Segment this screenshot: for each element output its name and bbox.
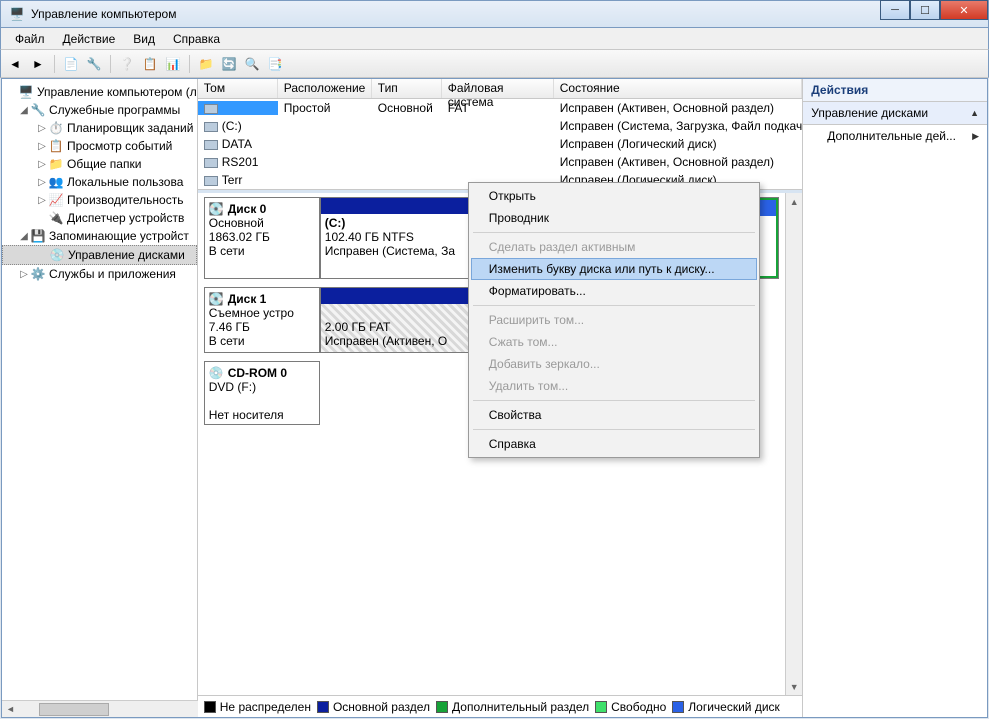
menu-action[interactable]: Действие [55, 30, 124, 48]
col-fs[interactable]: Файловая система [442, 79, 554, 98]
volume-row[interactable]: Простой Основной FAT Исправен (Активен, … [198, 99, 802, 117]
legend-logical: Логический диск [688, 700, 780, 714]
volume-table: Том Расположение Тип Файловая система Со… [198, 79, 802, 190]
tree-services[interactable]: ▷⚙️Службы и приложения [2, 265, 197, 283]
cdrom-header[interactable]: 💿CD-ROM 0 DVD (F:) Нет носителя [204, 361, 320, 425]
legend-unalloc: Не распределен [220, 700, 311, 714]
menu-file[interactable]: Файл [7, 30, 53, 48]
ctx-change-letter[interactable]: Изменить букву диска или путь к диску... [471, 258, 757, 280]
col-vol[interactable]: Том [198, 79, 278, 98]
volume-header: Том Расположение Тип Файловая система Со… [198, 79, 802, 99]
ctx-help[interactable]: Справка [471, 433, 757, 455]
col-status[interactable]: Состояние [554, 79, 802, 98]
tree-root[interactable]: 🖥️Управление компьютером (л [2, 83, 197, 101]
titlebar: 🖥️ Управление компьютером ─ ☐ ✕ [0, 0, 989, 28]
tree-hscroll[interactable]: ◄ [2, 700, 198, 717]
context-menu: Открыть Проводник Сделать раздел активны… [468, 182, 760, 458]
toolbar-btn-3[interactable]: 📋 [140, 54, 160, 74]
ctx-format[interactable]: Форматировать... [471, 280, 757, 302]
toolbar-btn-6[interactable]: 🔍 [242, 54, 262, 74]
center-vscroll[interactable]: ▲▼ [785, 193, 802, 695]
tree-tools[interactable]: ◢🔧Служебные программы [2, 101, 197, 119]
menu-help[interactable]: Справка [165, 30, 228, 48]
menu-view[interactable]: Вид [125, 30, 163, 48]
ctx-shrink: Сжать том... [471, 331, 757, 353]
actions-title: Действия [803, 79, 987, 102]
minimize-button[interactable]: ─ [880, 0, 910, 20]
tree-scheduler[interactable]: ▷⏱️Планировщик заданий [2, 119, 197, 137]
tree-shared[interactable]: ▷📁Общие папки [2, 155, 197, 173]
ctx-sep [473, 232, 755, 233]
ctx-props[interactable]: Свойства [471, 404, 757, 426]
col-layout[interactable]: Расположение [278, 79, 372, 98]
tree-diskmgmt[interactable]: 💿Управление дисками [2, 245, 197, 265]
ctx-explorer[interactable]: Проводник [471, 207, 757, 229]
partition-disk1-0[interactable]: 2.00 ГБ FATИсправен (Активен, О [320, 288, 470, 352]
toolbar-sep [110, 55, 111, 73]
help-icon[interactable]: ❔ [117, 54, 137, 74]
ctx-mirror: Добавить зеркало... [471, 353, 757, 375]
tree-users[interactable]: ▷👥Локальные пользова [2, 173, 197, 191]
legend: Не распределен Основной раздел Дополните… [198, 695, 802, 717]
actions-pane: Действия Управление дисками▲ Дополнитель… [803, 79, 987, 717]
toolbar-btn-2[interactable]: 🔧 [84, 54, 104, 74]
tree-devmgr[interactable]: 🔌Диспетчер устройств [2, 209, 197, 227]
toolbar-sep [54, 55, 55, 73]
ctx-sep [473, 400, 755, 401]
chevron-right-icon: ▶ [972, 131, 979, 142]
toolbar-sep [189, 55, 190, 73]
window-buttons: ─ ☐ ✕ [880, 0, 988, 20]
ctx-open[interactable]: Открыть [471, 185, 757, 207]
close-button[interactable]: ✕ [940, 0, 988, 20]
legend-ext: Дополнительный раздел [452, 700, 589, 714]
toolbar-btn-7[interactable]: 📑 [265, 54, 285, 74]
ctx-delete: Удалить том... [471, 375, 757, 397]
toolbar-btn-4[interactable]: 📊 [163, 54, 183, 74]
disk-0-header[interactable]: 💽Диск 0 Основной 1863.02 ГБ В сети [204, 197, 320, 279]
window-title: Управление компьютером [31, 7, 176, 21]
volume-row[interactable]: (C:) Исправен (Система, Загрузка, Файл п… [198, 117, 802, 135]
toolbar: ◄ ► 📄 🔧 ❔ 📋 📊 📁 🔄 🔍 📑 [0, 50, 989, 78]
workarea: 🖥️Управление компьютером (л ◢🔧Служебные … [1, 78, 988, 718]
volume-row[interactable]: RS201 Исправен (Активен, Основной раздел… [198, 153, 802, 171]
tree-perf[interactable]: ▷📈Производительность [2, 191, 197, 209]
col-type[interactable]: Тип [372, 79, 442, 98]
maximize-button[interactable]: ☐ [910, 0, 940, 20]
tree-storage[interactable]: ◢💾Запоминающие устройст [2, 227, 197, 245]
legend-primary: Основной раздел [333, 700, 430, 714]
toolbar-btn-5[interactable]: 📁 [196, 54, 216, 74]
forward-button[interactable]: ► [28, 54, 48, 74]
ctx-active: Сделать раздел активным [471, 236, 757, 258]
legend-free: Свободно [611, 700, 666, 714]
nav-tree: 🖥️Управление компьютером (л ◢🔧Служебные … [2, 79, 198, 717]
actions-more[interactable]: Дополнительные дей...▶ [803, 125, 987, 147]
ctx-sep [473, 305, 755, 306]
partition-c[interactable]: (C:)102.40 ГБ NTFSИсправен (Система, За [320, 198, 470, 278]
back-button[interactable]: ◄ [5, 54, 25, 74]
ctx-sep [473, 429, 755, 430]
volume-row[interactable]: DATA Исправен (Логический диск) [198, 135, 802, 153]
disk-1-header[interactable]: 💽Диск 1 Съемное устро 7.46 ГБ В сети [204, 287, 320, 353]
actions-section[interactable]: Управление дисками▲ [803, 102, 987, 125]
center-pane: Том Расположение Тип Файловая система Со… [198, 79, 803, 717]
tree-events[interactable]: ▷📋Просмотр событий [2, 137, 197, 155]
refresh-icon[interactable]: 🔄 [219, 54, 239, 74]
toolbar-btn-1[interactable]: 📄 [61, 54, 81, 74]
ctx-extend: Расширить том... [471, 309, 757, 331]
collapse-icon: ▲ [970, 108, 979, 118]
menubar: Файл Действие Вид Справка [0, 28, 989, 50]
app-icon: 🖥️ [9, 6, 25, 22]
